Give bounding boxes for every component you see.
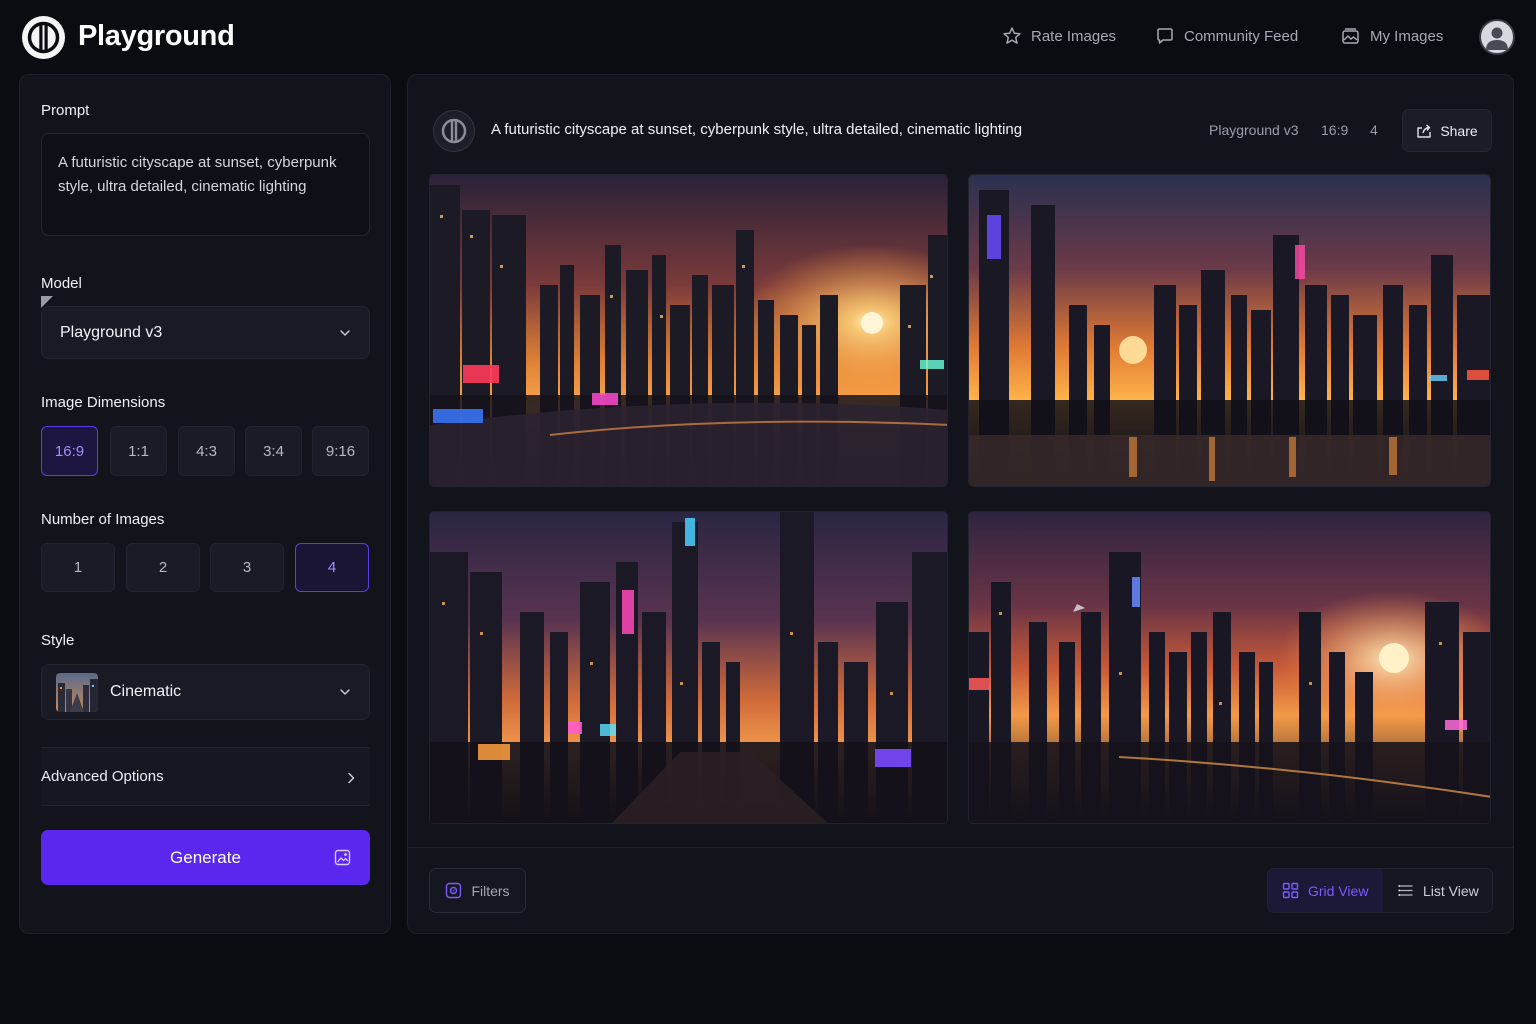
- brand-name[interactable]: Playground: [78, 20, 235, 53]
- prompt-textarea[interactable]: A futuristic cityscape at sunset, cyberp…: [41, 133, 370, 236]
- advanced-options-label: Advanced Options: [41, 768, 164, 785]
- view-toggle: Grid View List View: [1267, 868, 1493, 913]
- user-avatar[interactable]: [1479, 19, 1515, 55]
- generate-button[interactable]: Generate: [41, 830, 370, 885]
- style-select-value: Cinematic: [110, 683, 182, 700]
- sparkle-image-icon: [334, 849, 351, 866]
- grid-view-label: Grid View: [1308, 882, 1369, 899]
- num-images-2-button[interactable]: 2: [126, 543, 200, 592]
- results-footer-divider: [408, 847, 1513, 848]
- list-icon: [1398, 885, 1413, 896]
- nav-rate-images-label: Rate Images: [1031, 27, 1117, 45]
- share-button[interactable]: Share: [1402, 109, 1492, 152]
- advanced-options-toggle[interactable]: Advanced Options: [41, 747, 370, 806]
- nav-rate-images[interactable]: Rate Images: [1002, 26, 1116, 46]
- nav-my-images-label: My Images: [1370, 27, 1444, 45]
- num-images-3-button[interactable]: 3: [210, 543, 284, 592]
- chevron-right-icon: [348, 772, 355, 784]
- nav-community-feed[interactable]: Community Feed: [1155, 26, 1298, 46]
- chevron-down-icon: [340, 689, 350, 695]
- style-thumbnail: [56, 673, 98, 712]
- generated-image-4[interactable]: [968, 511, 1491, 824]
- filters-button-label: Filters: [471, 882, 510, 899]
- num-images-1-button[interactable]: 1: [41, 543, 115, 592]
- num-images-4-button[interactable]: 4: [295, 543, 369, 592]
- generation-settings-panel: Prompt A futuristic cityscape at sunset,…: [19, 74, 391, 934]
- user-icon: [1486, 27, 1508, 50]
- filter-image-icon: [446, 882, 462, 899]
- results-count-meta: 4: [1370, 122, 1378, 138]
- number-of-images-label: Number of Images: [41, 511, 165, 528]
- nav-my-images[interactable]: My Images: [1340, 26, 1443, 46]
- results-model-meta: Playground v3: [1209, 122, 1299, 138]
- model-select-value: Playground v3: [60, 323, 163, 341]
- model-select[interactable]: Playground v3: [41, 306, 370, 359]
- list-view-button[interactable]: List View: [1383, 869, 1493, 912]
- star-icon: [1003, 27, 1021, 44]
- image-dimensions-label: Image Dimensions: [41, 394, 166, 411]
- dimension-4-3-button[interactable]: 4:3: [178, 426, 235, 476]
- dimension-9-16-button[interactable]: 9:16: [312, 426, 369, 476]
- grid-view-button[interactable]: Grid View: [1268, 869, 1383, 912]
- filters-button[interactable]: Filters: [429, 868, 526, 913]
- playground-logo-icon[interactable]: [22, 16, 65, 59]
- share-icon: [1417, 123, 1432, 138]
- model-label: Model: [41, 275, 82, 292]
- chevron-down-icon: [340, 329, 350, 336]
- image-stack-icon: [1342, 28, 1359, 44]
- chat-bubble-icon: [1157, 28, 1173, 44]
- style-label: Style: [41, 632, 75, 649]
- grid-icon: [1282, 882, 1299, 899]
- dimension-1-1-button[interactable]: 1:1: [110, 426, 167, 476]
- dimension-16-9-button[interactable]: 16:9: [41, 426, 98, 476]
- model-logo-icon: [433, 110, 475, 152]
- results-panel: A futuristic cityscape at sunset, cyberp…: [407, 74, 1514, 934]
- generated-image-2[interactable]: [968, 174, 1491, 487]
- dimension-3-4-button[interactable]: 3:4: [245, 426, 302, 476]
- style-select[interactable]: Cinematic: [41, 664, 370, 720]
- results-header: A futuristic cityscape at sunset, cyberp…: [430, 109, 1493, 153]
- results-prompt-text: A futuristic cityscape at sunset, cyberp…: [491, 121, 1023, 138]
- nav-community-feed-label: Community Feed: [1184, 27, 1299, 45]
- generated-image-3[interactable]: [429, 511, 948, 824]
- generate-button-label: Generate: [170, 847, 241, 867]
- list-view-label: List View: [1423, 882, 1479, 899]
- results-ratio-meta: 16:9: [1321, 122, 1349, 138]
- generated-image-1[interactable]: [429, 174, 948, 487]
- top-header: Playground Rate Images Community Feed My…: [0, 0, 1536, 74]
- prompt-label: Prompt: [41, 102, 90, 119]
- share-button-label: Share: [1440, 122, 1478, 139]
